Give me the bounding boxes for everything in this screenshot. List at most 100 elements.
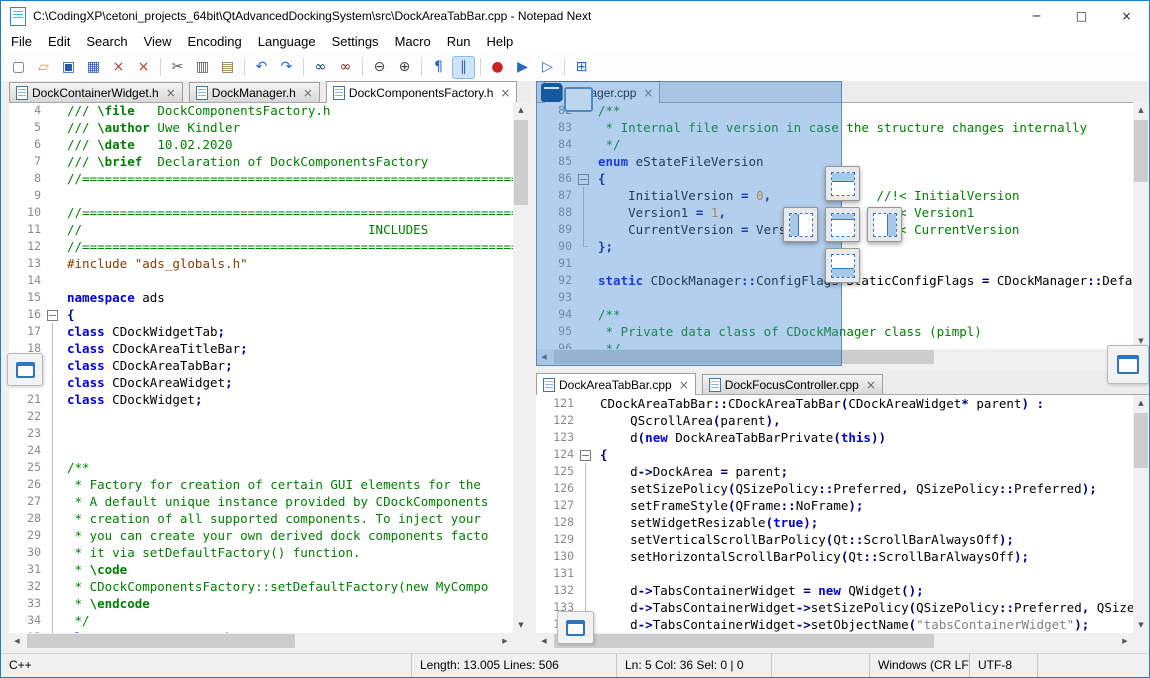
close-button[interactable]: × bbox=[1104, 1, 1149, 31]
scrollbar-thumb[interactable] bbox=[27, 634, 295, 648]
fold-margin bbox=[45, 408, 59, 425]
close-all-button[interactable]: × bbox=[132, 56, 155, 79]
tab-DockContainerWidget.h[interactable]: DockContainerWidget.h× bbox=[9, 82, 183, 102]
bottom-right-vertical-scrollbar[interactable]: ▲ ▼ bbox=[1133, 395, 1149, 633]
scroll-down-icon[interactable]: ▼ bbox=[513, 617, 529, 633]
title-bar[interactable]: C:\CodingXP\cetoni_projects_64bit\QtAdva… bbox=[1, 1, 1149, 31]
code-text: /// \date 10.02.2020 bbox=[59, 136, 233, 153]
close-tab-icon[interactable]: × bbox=[679, 379, 689, 391]
open-file-button[interactable]: ▱ bbox=[32, 56, 55, 79]
tab-DockComponentsFactory.h[interactable]: DockComponentsFactory.h× bbox=[326, 81, 518, 103]
toolbar-separator bbox=[564, 58, 565, 76]
fold-box-icon[interactable] bbox=[580, 450, 591, 461]
scrollbar-thumb[interactable] bbox=[554, 634, 934, 648]
line-number: 4 bbox=[9, 102, 45, 119]
auto-hide-tab-bottom[interactable] bbox=[557, 611, 594, 644]
menu-file[interactable]: File bbox=[3, 31, 40, 53]
zoom-out-button[interactable]: ⊖ bbox=[368, 56, 391, 79]
fold-margin bbox=[45, 425, 59, 442]
cut-button[interactable]: ✂ bbox=[166, 56, 189, 79]
code-text: setVerticalScrollBarPolicy(Qt::ScrollBar… bbox=[592, 531, 1014, 548]
fold-collapse-icon[interactable] bbox=[45, 306, 59, 323]
scroll-up-icon[interactable]: ▲ bbox=[513, 102, 529, 118]
scroll-left-icon[interactable]: ◀ bbox=[9, 633, 25, 649]
bottom-right-tab-bar: DockAreaTabBar.cpp× DockFocusController.c… bbox=[536, 371, 1149, 395]
auto-hide-tab-left[interactable] bbox=[7, 353, 43, 386]
left-horizontal-scrollbar[interactable]: ◀ ▶ bbox=[9, 633, 513, 649]
left-vertical-scrollbar[interactable]: ▲ ▼ bbox=[513, 102, 529, 633]
drop-indicator-right-glyph bbox=[873, 213, 897, 237]
maximize-button[interactable]: □ bbox=[1059, 1, 1104, 31]
menu-view[interactable]: View bbox=[136, 31, 180, 53]
menu-settings[interactable]: Settings bbox=[324, 31, 387, 53]
close-tab-icon[interactable]: × bbox=[303, 87, 313, 99]
menu-bar: FileEditSearchViewEncodingLanguageSettin… bbox=[1, 31, 1149, 53]
line-number: 31 bbox=[9, 561, 45, 578]
drop-indicator-bottom-icon[interactable] bbox=[825, 248, 860, 283]
editor-dockcomponentsfactory[interactable]: 4/// \file DockComponentsFactory.h5/// \… bbox=[9, 102, 513, 633]
zoom-in-button[interactable]: ⊕ bbox=[393, 56, 416, 79]
replace-button[interactable]: ∞ bbox=[334, 56, 357, 79]
tab-DockManager.h[interactable]: DockManager.h× bbox=[189, 82, 320, 102]
vertical-splitter[interactable] bbox=[529, 81, 536, 649]
find-button[interactable]: ∞ bbox=[309, 56, 332, 79]
line-number: 125 bbox=[536, 463, 578, 480]
menu-edit[interactable]: Edit bbox=[40, 31, 78, 53]
playback-macro-button[interactable]: ▶ bbox=[511, 56, 534, 79]
menu-run[interactable]: Run bbox=[439, 31, 479, 53]
drop-indicator-left-icon[interactable] bbox=[783, 207, 818, 242]
scrollbar-thumb[interactable] bbox=[1134, 413, 1148, 468]
copy-button[interactable]: ▥ bbox=[191, 56, 214, 79]
close-tab-icon[interactable]: × bbox=[866, 379, 876, 391]
menu-macro[interactable]: Macro bbox=[387, 31, 439, 53]
fold-collapse-icon[interactable] bbox=[578, 446, 592, 463]
show-all-characters-button[interactable]: ¶ bbox=[427, 56, 450, 79]
menu-encoding[interactable]: Encoding bbox=[180, 31, 250, 53]
save-file-button[interactable]: ▣ bbox=[57, 56, 80, 79]
top-right-vertical-scrollbar[interactable]: ▲ ▼ bbox=[1133, 102, 1149, 349]
scrollbar-thumb[interactable] bbox=[1134, 120, 1148, 182]
drop-indicator-right-icon[interactable] bbox=[867, 207, 902, 242]
record-macro-button[interactable]: ● bbox=[486, 56, 509, 79]
run-macro-multiple-button[interactable]: ▷ bbox=[536, 56, 559, 79]
menu-help[interactable]: Help bbox=[479, 31, 522, 53]
new-file-button[interactable]: ▢ bbox=[7, 56, 30, 79]
code-line: 131 bbox=[536, 565, 1133, 582]
paste-button[interactable]: ▤ bbox=[216, 56, 239, 79]
scroll-right-icon[interactable]: ▶ bbox=[497, 633, 513, 649]
scroll-left-icon[interactable]: ◀ bbox=[536, 633, 552, 649]
scroll-right-icon[interactable]: ▶ bbox=[1117, 633, 1133, 649]
drop-indicator-center-glyph bbox=[831, 213, 855, 237]
drop-indicator-top-icon[interactable] bbox=[825, 166, 860, 201]
code-line: 128 setWidgetResizable(true); bbox=[536, 514, 1133, 531]
minimize-button[interactable]: ─ bbox=[1014, 1, 1059, 31]
fold-box-icon[interactable] bbox=[47, 310, 58, 321]
indentation-guides-button[interactable]: ∥ bbox=[452, 56, 475, 79]
close-file-button[interactable]: × bbox=[107, 56, 130, 79]
editor-dockareatabbar[interactable]: 121CDockAreaTabBar::CDockAreaTabBar(CDoc… bbox=[536, 395, 1133, 633]
save-all-button[interactable]: ▦ bbox=[82, 56, 105, 79]
auto-hide-tab-right[interactable] bbox=[1107, 345, 1149, 384]
menu-language[interactable]: Language bbox=[250, 31, 324, 53]
close-tab-icon[interactable]: × bbox=[500, 87, 510, 99]
status-bar: C++Length: 13.005 Lines: 506Ln: 5 Col: 3… bbox=[1, 653, 1149, 677]
focus-window-button[interactable]: ⊞ bbox=[570, 56, 593, 79]
close-tab-icon[interactable]: × bbox=[166, 87, 176, 99]
code-line: 29 * you can create your own derived doc… bbox=[9, 527, 513, 544]
tab-label: DockFocusController.cpp bbox=[725, 378, 859, 392]
scroll-down-icon[interactable]: ▼ bbox=[1133, 617, 1149, 633]
menu-search[interactable]: Search bbox=[78, 31, 135, 53]
undo-button[interactable]: ↶ bbox=[250, 56, 273, 79]
status-spacer-2 bbox=[1037, 654, 1149, 677]
scroll-up-icon[interactable]: ▲ bbox=[1133, 395, 1149, 411]
redo-button[interactable]: ↷ bbox=[275, 56, 298, 79]
tab-DockFocusController.cpp[interactable]: DockFocusController.cpp × bbox=[702, 374, 883, 394]
scrollbar-thumb[interactable] bbox=[514, 120, 528, 205]
code-line: 17class CDockWidgetTab; bbox=[9, 323, 513, 340]
drop-indicator-center-icon[interactable] bbox=[825, 207, 860, 242]
code-line: 22 bbox=[9, 408, 513, 425]
tab-DockAreaTabBar.cpp[interactable]: DockAreaTabBar.cpp× bbox=[536, 373, 696, 395]
bottom-right-horizontal-scrollbar[interactable]: ◀ ▶ bbox=[536, 633, 1133, 649]
scroll-up-icon[interactable]: ▲ bbox=[1133, 102, 1149, 118]
fold-margin bbox=[45, 170, 59, 187]
